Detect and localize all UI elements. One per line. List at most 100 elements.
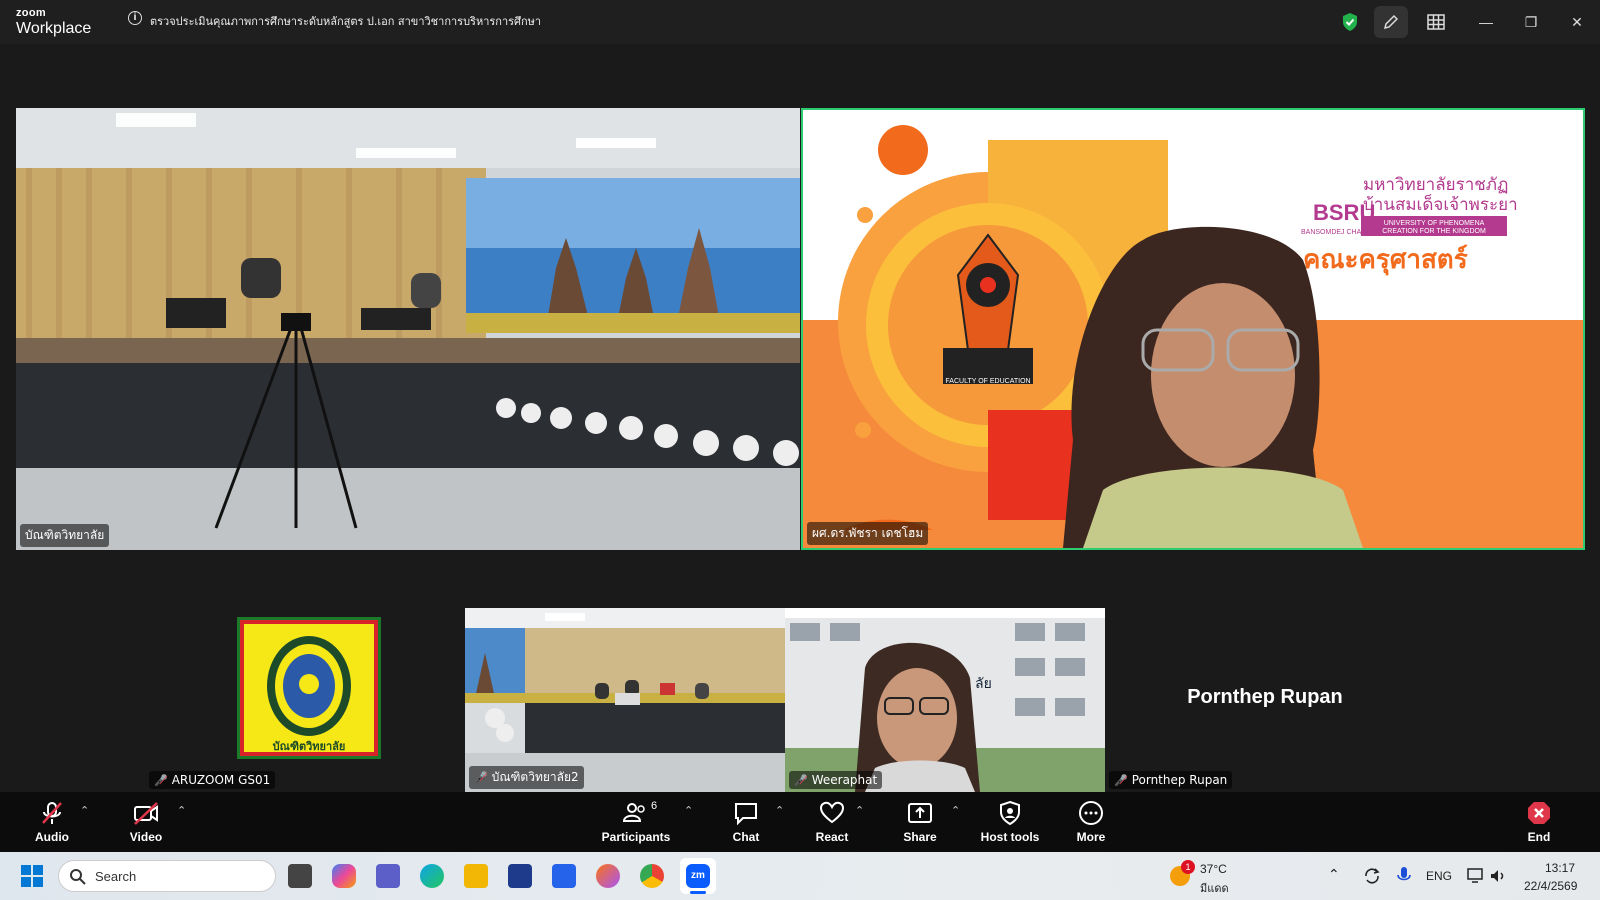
mic-muted-icon: 🎤̸ <box>794 774 808 787</box>
volume-icon[interactable] <box>1488 866 1508 886</box>
more-label: More <box>1076 830 1106 844</box>
svg-text:บัณฑิตวิทยาลัย: บัณฑิตวิทยาลัย <box>273 740 346 753</box>
participants-options-caret[interactable]: ⌃ <box>684 804 693 817</box>
video-button[interactable]: Video <box>126 800 166 844</box>
participants-button[interactable]: 6 Participants <box>601 800 671 844</box>
brand-top: zoom <box>16 7 46 19</box>
chat-icon <box>735 803 757 826</box>
meeting-toolbar: Audio ⌃ Video ⌃ 6 Participants ⌃ Chat ⌃ … <box>0 792 1600 852</box>
windows-start-icon[interactable] <box>20 864 44 888</box>
teams-icon[interactable] <box>376 864 400 888</box>
restore-button[interactable]: ❐ <box>1521 12 1541 32</box>
slide-faculty: คณะครุศาสตร์ <box>1303 244 1468 276</box>
input-language[interactable]: ENG <box>1426 869 1452 883</box>
end-meeting-button[interactable]: End <box>1526 800 1552 844</box>
video-off-icon <box>134 802 158 825</box>
participants-icon <box>622 803 645 822</box>
participant-name-tag: 🎤̸ Weeraphat <box>789 771 883 789</box>
react-options-caret[interactable]: ⌃ <box>855 804 864 817</box>
info-icon[interactable]: i <box>128 11 142 25</box>
search-placeholder: Search <box>95 869 137 884</box>
speaker-video: FACULTY OF EDUCATION BSRU BANSOMDEJ CHAO… <box>803 110 1583 548</box>
weather-temp: 37°C <box>1200 862 1227 876</box>
chat-label: Chat <box>732 830 760 844</box>
share-screen-icon <box>908 803 932 823</box>
file-explorer-icon[interactable] <box>464 864 488 888</box>
video-tile-aruzoom[interactable]: บัณฑิตวิทยาลัย 🎤̸ ARUZOOM GS01 <box>145 611 465 792</box>
weather-badge: 1 <box>1181 860 1195 874</box>
meeting-title: ตรวจประเมินคุณภาพการศึกษาระดับหลักสูตร ป… <box>150 15 542 28</box>
video-tile-meeting-room[interactable]: บัณฑิตวิทยาลัย <box>16 108 800 550</box>
minimize-button[interactable]: — <box>1476 12 1496 32</box>
participant-name-tag: บัณฑิตวิทยาลัย <box>20 524 110 547</box>
end-icon <box>1528 802 1550 824</box>
video-tile-weeraphat[interactable]: ลัย 🎤̸ Weeraphat <box>785 608 1105 792</box>
participant-display-name: Pornthep Rupan <box>1187 686 1343 708</box>
pencil-icon <box>1383 14 1399 30</box>
mail-icon[interactable] <box>552 864 576 888</box>
clock-date[interactable]: 22/4/2569 <box>1524 879 1577 893</box>
host-tools-label: Host tools <box>980 830 1040 844</box>
react-button[interactable]: React <box>814 800 850 844</box>
microphone-tray-icon[interactable] <box>1396 865 1412 887</box>
meeting-room-2-video <box>465 608 785 792</box>
chat-button[interactable]: Chat <box>728 800 764 844</box>
edge-icon[interactable] <box>420 864 444 888</box>
audio-button[interactable]: Audio <box>34 800 70 844</box>
annotate-button[interactable] <box>1374 6 1408 38</box>
firefox-icon[interactable] <box>596 864 620 888</box>
weeraphat-video: ลัย <box>785 608 1105 792</box>
mic-muted-icon: 🎤̸ <box>474 771 488 784</box>
participants-label: Participants <box>601 830 671 844</box>
gallery-view-icon[interactable] <box>1426 12 1446 32</box>
clock-time[interactable]: 13:17 <box>1545 861 1575 875</box>
heart-icon <box>819 801 845 824</box>
store-icon[interactable] <box>508 864 532 888</box>
mic-muted-icon: 🎤̸ <box>1114 774 1128 787</box>
participant-name-tag: 🎤̸ บัณฑิตวิทยาลัย2 <box>469 766 584 789</box>
svg-text:ลัย: ลัย <box>975 676 992 692</box>
network-icon[interactable] <box>1466 866 1486 886</box>
chat-options-caret[interactable]: ⌃ <box>775 804 784 817</box>
copilot-icon[interactable] <box>332 864 356 888</box>
audio-options-caret[interactable]: ⌃ <box>80 804 89 817</box>
audio-label: Audio <box>35 830 69 844</box>
task-view-icon[interactable] <box>288 864 312 888</box>
sync-icon[interactable] <box>1362 866 1382 886</box>
university-seal-icon: บัณฑิตวิทยาลัย <box>267 636 351 753</box>
title-bar: zoom Workplace i ตรวจประเมินคุณภาพการศึก… <box>0 0 1600 44</box>
video-options-caret[interactable]: ⌃ <box>177 804 186 817</box>
close-button[interactable]: ✕ <box>1567 12 1587 32</box>
slide-tag2: CREATION FOR THE KINGDOM <box>1382 228 1486 235</box>
slide-title-th: มหาวิทยาลัยราชภัฏ <box>1363 175 1508 195</box>
participants-count: 6 <box>651 800 658 812</box>
mic-muted-icon: 🎤̸ <box>154 774 168 787</box>
more-icon <box>1079 801 1103 825</box>
slide-title-th2: บ้านสมเด็จเจ้าพระยา <box>1363 193 1518 215</box>
zoom-app-icon: zm <box>686 864 710 888</box>
participant-name-tag: 🎤̸ ARUZOOM GS01 <box>149 771 276 789</box>
host-tools-button[interactable]: Host tools <box>980 800 1040 844</box>
brand-bottom: Workplace <box>16 20 92 37</box>
more-button[interactable]: More <box>1072 800 1110 844</box>
video-tile-pornthep[interactable]: Pornthep Rupan 🎤̸ Pornthep Rupan <box>1105 608 1425 792</box>
share-label: Share <box>903 830 937 844</box>
zoom-taskbar-item[interactable]: zm <box>680 858 716 894</box>
search-icon <box>70 869 86 885</box>
security-shield-icon[interactable] <box>1340 12 1360 32</box>
taskbar-search-box[interactable]: Search <box>58 860 276 892</box>
windows-taskbar: Search zm 1 37°C มีแดด ⌃ ENG 13:17 22/4/… <box>0 852 1600 900</box>
slide-logo-caption: FACULTY OF EDUCATION <box>945 378 1030 385</box>
share-button[interactable]: Share <box>902 800 938 844</box>
shield-icon <box>1000 800 1020 826</box>
tray-overflow-icon[interactable]: ⌃ <box>1328 866 1340 883</box>
video-stage: บัณฑิตวิทยาลัย FACULTY OF EDUCATION BSRU… <box>0 44 1600 792</box>
aruzoom-logo: บัณฑิตวิทยาลัย <box>237 617 381 759</box>
video-tile-meeting-room-2[interactable]: 🎤̸ บัณฑิตวิทยาลัย2 <box>465 608 785 792</box>
video-label: Video <box>129 830 163 844</box>
chrome-icon[interactable] <box>640 864 664 888</box>
video-tile-active-speaker[interactable]: FACULTY OF EDUCATION BSRU BANSOMDEJ CHAO… <box>801 108 1585 550</box>
share-options-caret[interactable]: ⌃ <box>951 804 960 817</box>
slide-tag1: UNIVERSITY OF PHENOMENA <box>1384 220 1485 227</box>
weather-desc: มีแดด <box>1200 882 1229 895</box>
